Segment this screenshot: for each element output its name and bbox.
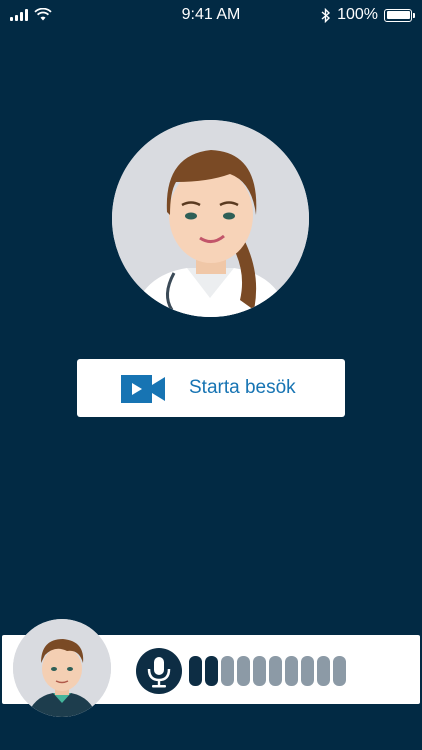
status-right: 100% xyxy=(321,6,415,24)
microphone-level-meter xyxy=(189,656,346,686)
level-bar xyxy=(301,656,314,686)
patient-avatar xyxy=(13,619,111,717)
level-bar xyxy=(269,656,282,686)
doctor-avatar xyxy=(112,120,309,317)
level-bar xyxy=(189,656,202,686)
start-visit-label: Starta besök xyxy=(189,377,296,398)
level-bar xyxy=(333,656,346,686)
video-camera-icon xyxy=(121,375,165,403)
battery-icon xyxy=(384,8,415,22)
level-bar xyxy=(221,656,234,686)
start-visit-button[interactable]: Starta besök xyxy=(77,359,345,417)
battery-percentage: 100% xyxy=(337,6,378,23)
level-bar xyxy=(237,656,250,686)
level-bar xyxy=(317,656,330,686)
level-bar xyxy=(205,656,218,686)
microphone-icon[interactable] xyxy=(136,648,182,694)
status-bar: 9:41 AM 100% xyxy=(0,0,422,30)
level-bar xyxy=(253,656,266,686)
level-bar xyxy=(285,656,298,686)
bluetooth-icon xyxy=(321,7,331,23)
